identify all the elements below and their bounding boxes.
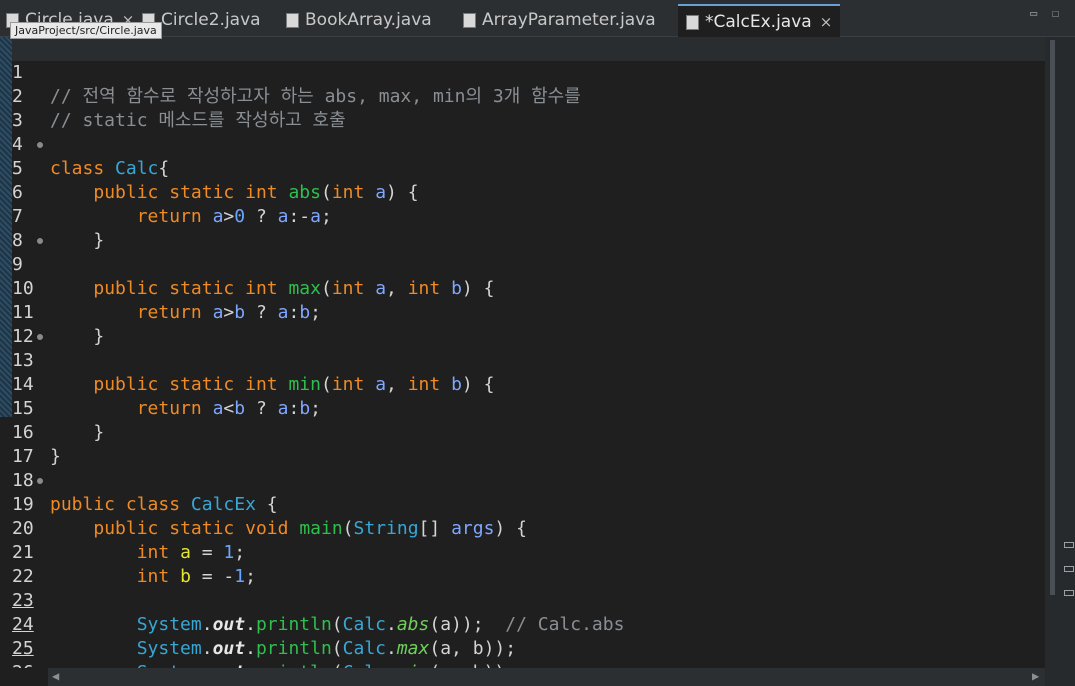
horizontal-scrollbar[interactable]: [48, 668, 1045, 686]
code-line: 8: [0, 205, 1045, 251]
code-line: 14 return a<b ? a:b;: [0, 349, 1045, 419]
close-icon[interactable]: ×: [820, 13, 833, 31]
scrollbar-thumb[interactable]: [1050, 40, 1055, 595]
code-line: 23 System.out.println(Calc.abs(a)); // C…: [0, 565, 1045, 635]
code-line: 13 public static int min(int a, int b) {: [0, 325, 1045, 395]
java-file-icon: [286, 12, 299, 28]
code-line: 4 class Calc{: [0, 109, 1045, 179]
overview-ruler-mark[interactable]: [1064, 590, 1074, 596]
scroll-right-icon[interactable]: ▶: [1032, 669, 1039, 683]
line-number: 26: [12, 661, 40, 668]
code-line: 18 public class CalcEx {: [0, 445, 1045, 515]
fold-icon[interactable]: [37, 478, 43, 484]
java-file-icon: [686, 14, 699, 30]
code-editor[interactable]: 1 // 전역 함수로 작성하고자 하는 abs, max, min의 3개 함…: [0, 37, 1045, 668]
tab-label: Circle2.java: [161, 10, 261, 30]
code-line: 24 System.out.println(Calc.max(a, b));: [0, 589, 1045, 659]
code-line: 2 // static 메소드를 작성하고 호출: [0, 61, 1045, 131]
fold-icon[interactable]: [37, 334, 43, 340]
code-line: 10 return a>b ? a:b;: [0, 253, 1045, 323]
minimize-icon[interactable]: ▭: [1030, 6, 1037, 20]
maximize-icon[interactable]: ☐: [1052, 6, 1059, 20]
fold-icon[interactable]: [37, 238, 43, 244]
tab-arrayparameter-java[interactable]: ArrayParameter.java: [463, 4, 656, 36]
code-line: 3: [0, 85, 1045, 131]
code-text: System.out.println(Calc.min(a, b));: [50, 661, 516, 668]
code-line: 16 }: [0, 397, 1045, 467]
tab-bookarray-java[interactable]: BookArray.java: [286, 4, 432, 36]
overview-ruler-mark[interactable]: [1064, 566, 1074, 572]
code-line: 20 int a = 1;: [0, 493, 1045, 563]
tab-calcex-java[interactable]: *CalcEx.java ×: [678, 4, 841, 38]
code-line: 25 System.out.println(Calc.min(a, b));: [0, 613, 1045, 668]
code-line: 17: [0, 421, 1045, 467]
code-line: 12: [0, 301, 1045, 347]
tab-label: *CalcEx.java: [705, 12, 812, 32]
code-line: 21 int b = -1;: [0, 517, 1045, 587]
overview-ruler-mark[interactable]: [1064, 542, 1074, 548]
change-indicator: [0, 37, 12, 417]
code-line: 22: [0, 541, 1045, 587]
tab-label: ArrayParameter.java: [482, 10, 656, 30]
code-line: 9 public static int max(int a, int b) {: [0, 229, 1045, 299]
code-line: 7 }: [0, 181, 1045, 251]
scroll-left-icon[interactable]: ◀: [52, 669, 59, 683]
code-line: 15 }: [0, 373, 1045, 443]
java-file-icon: [463, 12, 476, 28]
code-line: 19 public static void main(String[] args…: [0, 469, 1045, 539]
code-line: 11 }: [0, 277, 1045, 347]
code-line: 5 public static int abs(int a) {: [0, 133, 1045, 203]
tab-label: BookArray.java: [305, 10, 432, 30]
code-line: 1 // 전역 함수로 작성하고자 하는 abs, max, min의 3개 함…: [0, 37, 1045, 107]
file-path-tooltip: JavaProject/src/Circle.java: [10, 22, 162, 39]
code-line: 6 return a>0 ? a:-a;: [0, 157, 1045, 227]
code-line: 26 }: [0, 637, 1045, 668]
fold-icon[interactable]: [37, 142, 43, 148]
